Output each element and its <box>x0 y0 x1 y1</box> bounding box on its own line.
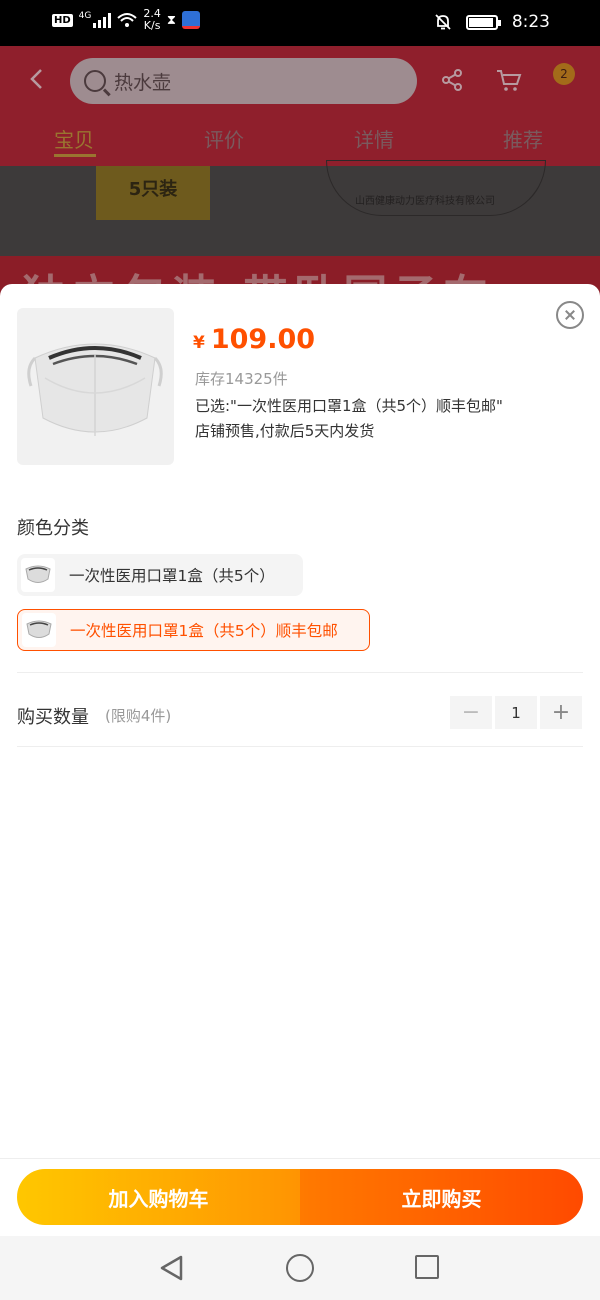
nav-recents-icon[interactable] <box>415 1255 439 1279</box>
option-label: 一次性医用口罩1盒（共5个） <box>69 567 275 585</box>
system-nav-bar <box>0 1236 600 1300</box>
mask-illustration <box>326 160 546 216</box>
action-bar: 加入购物车 立即购买 <box>0 1158 600 1238</box>
close-button[interactable] <box>556 301 584 329</box>
mask-image <box>27 343 163 436</box>
share-icon[interactable] <box>440 68 464 92</box>
buy-now-button[interactable]: 立即购买 <box>300 1169 583 1225</box>
option-thumbnail <box>22 613 56 647</box>
decrease-button[interactable]: − <box>450 696 492 729</box>
battery-icon <box>465 14 501 30</box>
currency-symbol: ¥ <box>193 333 205 353</box>
cart-badge: 2 <box>553 63 575 85</box>
speed-unit: K/s <box>143 19 161 32</box>
color-section-title: 颜色分类 <box>17 518 89 539</box>
nav-home-icon[interactable] <box>286 1254 314 1282</box>
product-image <box>17 308 174 465</box>
wifi-icon <box>117 13 138 27</box>
search-placeholder: 热水壶 <box>114 71 172 94</box>
status-left: HD 4G 2.4 K/s ⧗ <box>52 8 201 32</box>
sku-sheet: ¥ 109.00 库存14325件 已选:"一次性医用口罩1盒（共5个）顺丰包邮… <box>0 284 600 1300</box>
increase-button[interactable]: + <box>540 696 582 729</box>
tab-recommend[interactable]: 推荐 <box>503 124 543 153</box>
divider <box>17 672 583 673</box>
mask-thumb-icon <box>26 620 52 638</box>
mute-bell-icon <box>435 14 451 30</box>
back-icon[interactable] <box>25 66 51 92</box>
price-amount: 109.00 <box>210 324 316 355</box>
network-type: 4G <box>78 11 92 21</box>
product-banner: 5只装 山西健康动力医疗科技有限公司 <box>0 160 600 256</box>
option-label: 一次性医用口罩1盒（共5个）顺丰包邮 <box>70 622 338 640</box>
top-nav: 热水壶 2 <box>0 46 600 116</box>
tab-reviews[interactable]: 评价 <box>204 124 244 153</box>
banner-box-label: 5只装 <box>96 166 210 220</box>
stock-count: 库存14325件 <box>195 370 288 388</box>
status-bar: HD 4G 2.4 K/s ⧗ 8:23 <box>0 0 600 46</box>
tab-baobei[interactable]: 宝贝 <box>54 124 94 153</box>
sku-option-box[interactable]: 一次性医用口罩1盒（共5个） <box>17 554 303 596</box>
option-thumbnail <box>21 558 55 592</box>
search-bar[interactable]: 热水壶 <box>70 58 417 104</box>
quantity-label: 购买数量 <box>17 707 89 728</box>
price: ¥ 109.00 <box>193 324 315 355</box>
hd-indicator: HD <box>52 13 73 27</box>
clock: 8:23 <box>511 12 550 32</box>
add-to-cart-button[interactable]: 加入购物车 <box>17 1169 300 1225</box>
signal-icon <box>93 12 112 28</box>
search-icon <box>84 70 106 92</box>
hourglass-icon: ⧗ <box>166 12 177 28</box>
cart-icon[interactable] <box>496 68 522 92</box>
app-notification-icon <box>182 11 201 29</box>
quantity-value[interactable]: 1 <box>495 696 537 729</box>
sku-option-box-shunfeng[interactable]: 一次性医用口罩1盒（共5个）顺丰包邮 <box>17 609 370 651</box>
banner-company: 山西健康动力医疗科技有限公司 <box>355 196 495 207</box>
product-tabs: 宝贝 评价 详情 推荐 <box>0 116 600 166</box>
quantity-limit: (限购4件) <box>105 707 172 725</box>
quantity-stepper: − 1 + <box>450 696 582 729</box>
tab-details[interactable]: 详情 <box>354 124 394 153</box>
mask-thumb-icon <box>25 565 51 583</box>
nav-back-icon[interactable] <box>158 1254 186 1282</box>
divider <box>17 746 583 747</box>
status-right: 8:23 <box>434 12 550 32</box>
selected-sku: 已选:"一次性医用口罩1盒（共5个）顺丰包邮" <box>195 397 503 415</box>
shipping-info: 店铺预售,付款后5天内发货 <box>195 422 375 440</box>
network-speed: 2.4 K/s <box>143 8 161 32</box>
active-tab-indicator <box>54 154 96 157</box>
